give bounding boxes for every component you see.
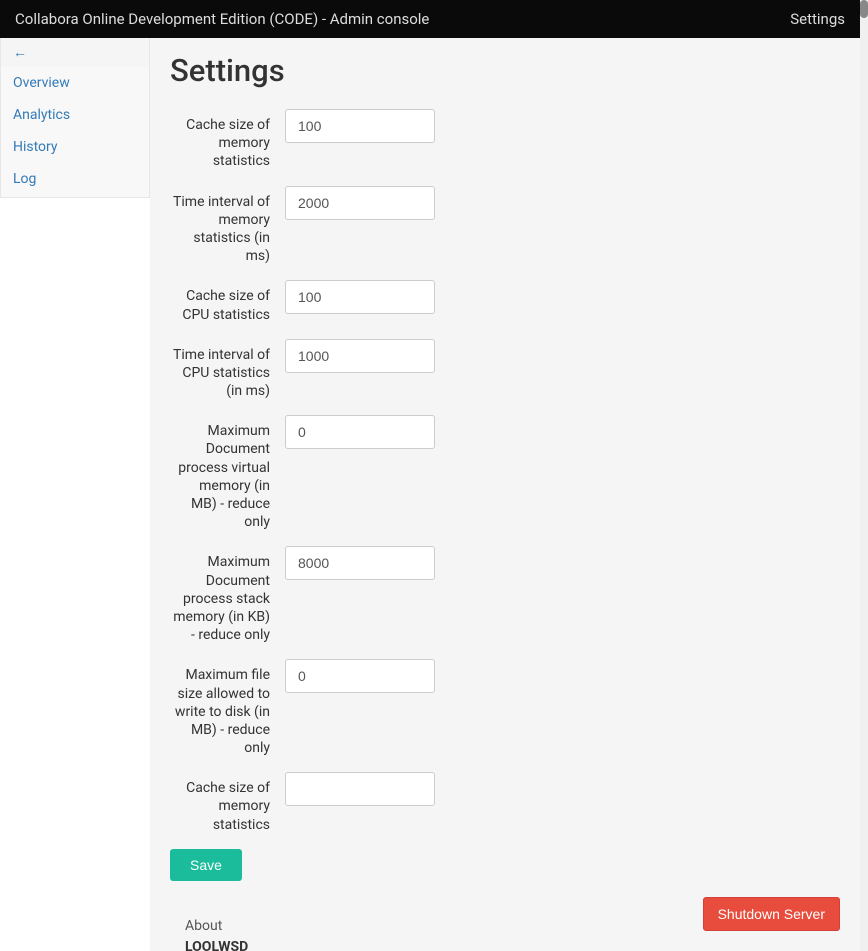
- sidebar-item-overview[interactable]: Overview: [1, 67, 149, 99]
- sidebar-back-button[interactable]: ←: [1, 38, 149, 67]
- page-title: Settings: [170, 52, 840, 89]
- field-cpu-interval: Time interval of CPU statistics (in ms): [170, 339, 840, 401]
- mem-cache-size-2-input[interactable]: [285, 772, 435, 806]
- field-max-stack: Maximum Document process stack memory (i…: [170, 546, 840, 644]
- field-label: Time interval of memory statistics (in m…: [170, 186, 285, 266]
- field-mem-cache-size: Cache size of memory statistics: [170, 109, 840, 171]
- scrollbar-thumb[interactable]: [860, 0, 868, 18]
- sidebar-item-analytics[interactable]: Analytics: [1, 99, 149, 131]
- app-title: Collabora Online Development Edition (CO…: [15, 10, 429, 28]
- topbar-page-label: Settings: [790, 10, 845, 28]
- max-vmem-input[interactable]: [285, 415, 435, 449]
- mem-interval-input[interactable]: [285, 186, 435, 220]
- main-panel: Settings Cache size of memory statistics…: [150, 38, 860, 951]
- field-label: Cache size of memory statistics: [170, 772, 285, 834]
- field-mem-interval: Time interval of memory statistics (in m…: [170, 186, 840, 266]
- sidebar-item-log[interactable]: Log: [1, 163, 149, 195]
- field-label: Maximum Document process virtual memory …: [170, 415, 285, 531]
- scrollbar-track: [860, 0, 868, 951]
- field-cpu-cache-size: Cache size of CPU statistics: [170, 280, 840, 323]
- field-label: Time interval of CPU statistics (in ms): [170, 339, 285, 401]
- field-label: Cache size of CPU statistics: [170, 280, 285, 323]
- cpu-cache-size-input[interactable]: [285, 280, 435, 314]
- loolwsd-name: LOOLWSD: [185, 939, 248, 951]
- field-label: Maximum file size allowed to write to di…: [170, 659, 285, 757]
- topbar: Collabora Online Development Edition (CO…: [0, 0, 860, 38]
- field-label: Maximum Document process stack memory (i…: [170, 546, 285, 644]
- sidebar: ← Overview Analytics History Log: [0, 38, 150, 198]
- sidebar-item-history[interactable]: History: [1, 131, 149, 163]
- save-button[interactable]: Save: [170, 849, 242, 881]
- shutdown-server-button[interactable]: Shutdown Server: [703, 897, 840, 931]
- field-label: Cache size of memory statistics: [170, 109, 285, 171]
- field-mem-cache-size-2: Cache size of memory statistics: [170, 772, 840, 834]
- max-filesize-input[interactable]: [285, 659, 435, 693]
- field-max-filesize: Maximum file size allowed to write to di…: [170, 659, 840, 757]
- field-max-vmem: Maximum Document process virtual memory …: [170, 415, 840, 531]
- mem-cache-size-input[interactable]: [285, 109, 435, 143]
- max-stack-input[interactable]: [285, 546, 435, 580]
- cpu-interval-input[interactable]: [285, 339, 435, 373]
